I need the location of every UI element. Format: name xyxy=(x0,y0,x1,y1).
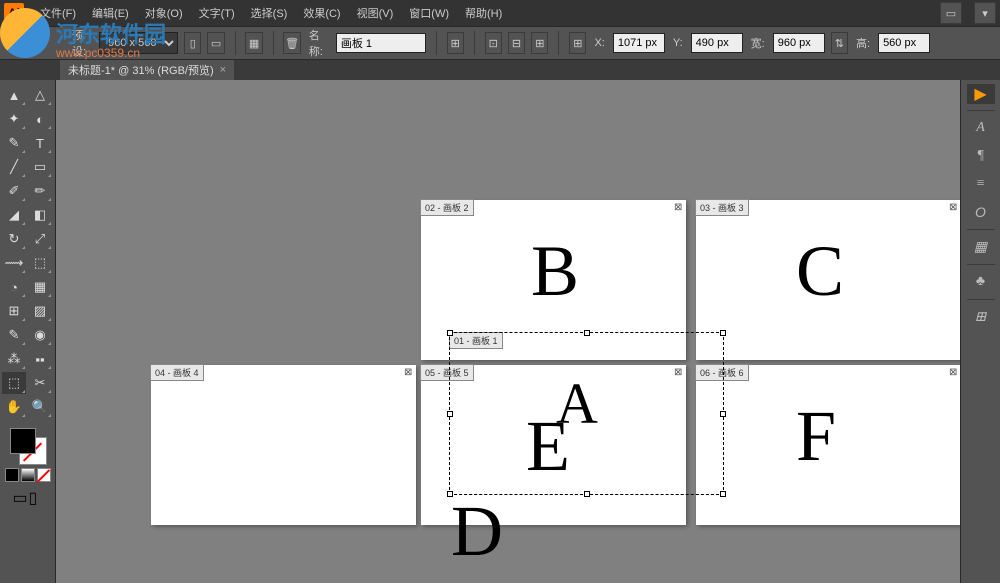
line-tool[interactable]: ╱ xyxy=(2,156,26,178)
right-panel-strip: ▶ A ¶ ≡ O ▦ ♣ ⊞ xyxy=(960,80,1000,583)
selection-tool[interactable]: ▲ xyxy=(2,84,26,106)
x-label: X: xyxy=(594,37,604,49)
y-input[interactable] xyxy=(691,33,743,53)
align-icon-4[interactable]: ⊞ xyxy=(531,32,548,54)
artboard-letter: C xyxy=(796,230,844,313)
watermark: 河东软件园 www.pc0359.cn xyxy=(0,8,166,58)
align-icon-3[interactable]: ⊟ xyxy=(508,32,525,54)
artboard-label: 03 - 画板 3 xyxy=(695,199,749,216)
align-icon-2[interactable]: ⊡ xyxy=(485,32,502,54)
fill-stroke-swatch[interactable] xyxy=(10,428,46,464)
h-label: 高: xyxy=(856,35,870,51)
w-input[interactable] xyxy=(773,33,825,53)
artboard-close-icon[interactable]: ⊠ xyxy=(404,367,414,377)
w-label: 宽: xyxy=(751,35,765,51)
perspective-grid-tool[interactable]: ▦ xyxy=(28,276,52,298)
menu-select[interactable]: 选择(S) xyxy=(243,5,296,21)
artboard-close-icon[interactable]: ⊠ xyxy=(949,202,959,212)
doc-tab[interactable]: 未标题-1* @ 31% (RGB/预览) × xyxy=(60,60,234,80)
opentype-panel-icon[interactable]: ≡ xyxy=(968,173,994,195)
doc-tabs: 未标题-1* @ 31% (RGB/预览) × xyxy=(0,60,1000,80)
watermark-logo xyxy=(0,8,50,58)
artboard-letter: B xyxy=(531,230,579,313)
artboard[interactable]: 06 - 画板 6 ⊠ F xyxy=(696,365,961,525)
menu-effect[interactable]: 效果(C) xyxy=(295,5,348,21)
gradient-mode-icon[interactable] xyxy=(21,468,35,482)
symbol-sprayer-tool[interactable]: ⁂ xyxy=(2,348,26,370)
mesh-tool[interactable]: ⊞ xyxy=(2,300,26,322)
width-tool[interactable]: ⟿ xyxy=(2,252,26,274)
direct-selection-tool[interactable]: △ xyxy=(28,84,52,106)
eyedropper-tool[interactable]: ✎ xyxy=(2,324,26,346)
magic-wand-tool[interactable]: ✦ xyxy=(2,108,26,130)
artboard-close-icon[interactable]: ⊠ xyxy=(674,202,684,212)
color-mode-icon[interactable] xyxy=(5,468,19,482)
doc-tab-close-icon[interactable]: × xyxy=(220,64,226,76)
character-panel-icon[interactable]: A xyxy=(968,117,994,139)
symbols-panel-icon[interactable]: ♣ xyxy=(968,271,994,293)
orient-portrait-icon[interactable]: ▯ xyxy=(184,32,201,54)
artboard-close-icon[interactable]: ⊠ xyxy=(949,367,959,377)
swatches-panel-icon[interactable]: ▦ xyxy=(968,236,994,258)
zoom-tool[interactable]: 🔍 xyxy=(28,396,52,418)
toolbox: ▲△ ✦◐ ✎T ╱▭ ✐✏ ◢◧ ↻⤢ ⟿⬚ ◔▦ ⊞▨ ✎◉ ⁂▪▪ ⬚✂ … xyxy=(0,80,56,583)
eraser-tool[interactable]: ◧ xyxy=(28,204,52,226)
brushes-panel-icon[interactable]: ⊞ xyxy=(968,306,994,328)
paintbrush-tool[interactable]: ✐ xyxy=(2,180,26,202)
align-icon-1[interactable]: ⊞ xyxy=(447,32,464,54)
artboard[interactable]: 03 - 画板 3 ⊠ C xyxy=(696,200,961,360)
letter-a: A xyxy=(556,370,598,437)
menu-view[interactable]: 视图(V) xyxy=(349,5,402,21)
rotate-tool[interactable]: ↻ xyxy=(2,228,26,250)
slice-tool[interactable]: ✂ xyxy=(28,372,52,394)
name-label: 名称: xyxy=(309,27,328,59)
menu-help[interactable]: 帮助(H) xyxy=(457,5,510,21)
watermark-sub: www.pc0359.cn xyxy=(56,46,140,60)
screen-mode-icon[interactable]: ▭ xyxy=(13,488,27,502)
watermark-text: 河东软件园 xyxy=(56,17,166,49)
column-graph-tool[interactable]: ▪▪ xyxy=(28,348,52,370)
free-transform-tool[interactable]: ⬚ xyxy=(28,252,52,274)
rectangle-tool[interactable]: ▭ xyxy=(28,156,52,178)
scale-tool[interactable]: ⤢ xyxy=(28,228,52,250)
lasso-tool[interactable]: ◐ xyxy=(28,108,52,130)
play-icon[interactable]: ▶ xyxy=(967,84,995,104)
pencil-tool[interactable]: ✏ xyxy=(28,180,52,202)
reference-point-icon[interactable]: ⊞ xyxy=(569,32,586,54)
new-artboard-icon[interactable]: ▦ xyxy=(245,32,262,54)
workspace-icon[interactable]: ▾ xyxy=(974,2,996,24)
h-input[interactable] xyxy=(878,33,930,53)
artboard-letter: F xyxy=(796,395,836,478)
doc-tab-title: 未标题-1* @ 31% (RGB/预览) xyxy=(68,62,214,78)
blob-brush-tool[interactable]: ◢ xyxy=(2,204,26,226)
shape-builder-tool[interactable]: ◔ xyxy=(2,276,26,298)
layout-icon[interactable]: ▭ xyxy=(940,2,962,24)
screen-mode-2-icon[interactable]: ▯ xyxy=(29,488,43,502)
pen-tool[interactable]: ✎ xyxy=(2,132,26,154)
artboard-label: 01 - 画板 1 xyxy=(449,332,503,349)
glyphs-panel-icon[interactable]: O xyxy=(968,201,994,223)
blend-tool[interactable]: ◉ xyxy=(28,324,52,346)
orient-landscape-icon[interactable]: ▭ xyxy=(207,32,224,54)
hand-tool[interactable]: ✋ xyxy=(2,396,26,418)
none-mode-icon[interactable] xyxy=(37,468,51,482)
name-input[interactable] xyxy=(336,33,426,53)
artboard-label: 04 - 画板 4 xyxy=(150,364,204,381)
menu-type[interactable]: 文字(T) xyxy=(191,5,243,21)
artboard-label: 02 - 画板 2 xyxy=(420,199,474,216)
artboard[interactable]: 04 - 画板 4 ⊠ xyxy=(151,365,416,525)
type-tool[interactable]: T xyxy=(28,132,52,154)
fill-swatch[interactable] xyxy=(10,428,36,454)
letter-d: D xyxy=(451,490,503,573)
x-input[interactable] xyxy=(613,33,665,53)
y-label: Y: xyxy=(673,37,683,49)
canvas[interactable]: 02 - 画板 2 ⊠ B03 - 画板 3 ⊠ C04 - 画板 4 ⊠ 05… xyxy=(56,80,1000,583)
gradient-tool[interactable]: ▨ xyxy=(28,300,52,322)
paragraph-panel-icon[interactable]: ¶ xyxy=(968,145,994,167)
delete-icon[interactable]: 🗑 xyxy=(283,32,300,54)
menu-window[interactable]: 窗口(W) xyxy=(401,5,457,21)
link-wh-icon[interactable]: ⇅ xyxy=(831,32,848,54)
artboard-tool[interactable]: ⬚ xyxy=(2,372,26,394)
